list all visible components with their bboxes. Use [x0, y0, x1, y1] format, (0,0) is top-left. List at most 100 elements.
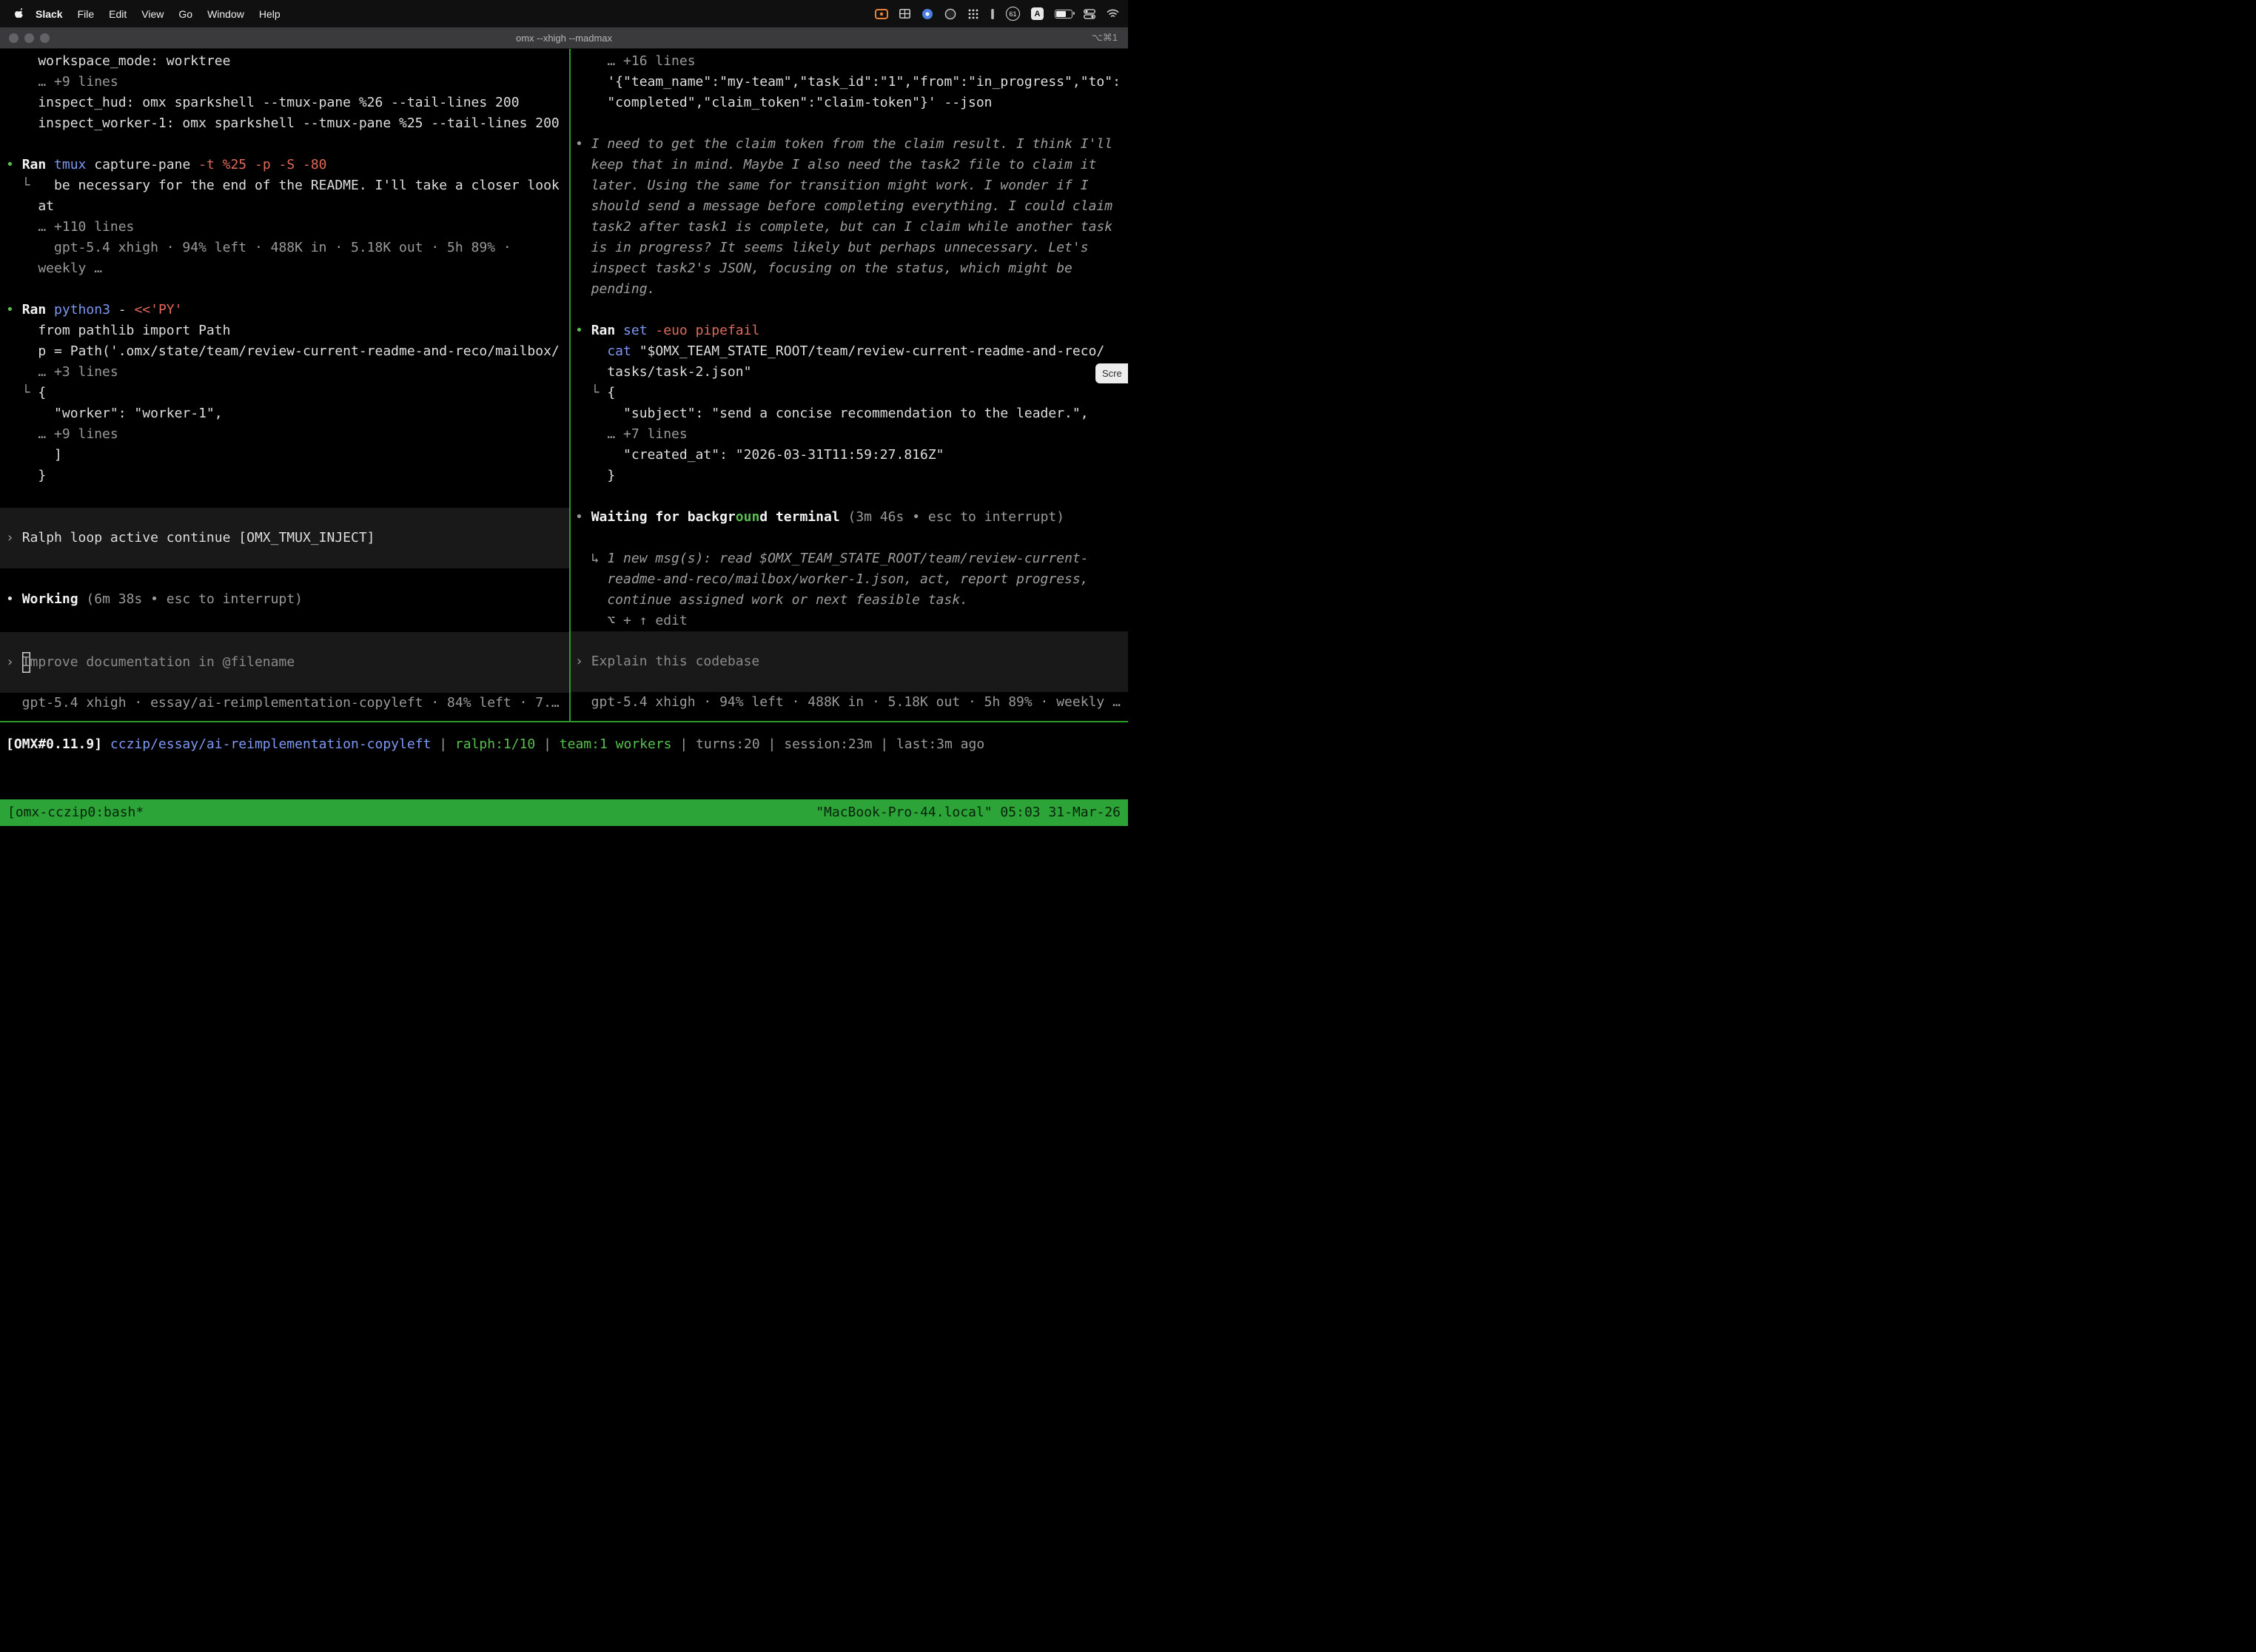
text-segment: python3 [54, 302, 118, 318]
window-shortcut-hint: ⌥⌘1 [1092, 32, 1118, 44]
terminal-line: cat "$OMX_TEAM_STATE_ROOT/team/review-cu… [571, 341, 1128, 362]
text-segment: └ [6, 178, 54, 193]
terminal-line: "created_at": "2026-03-31T11:59:27.816Z" [571, 445, 1128, 466]
edit-hint: ⌥ + ↑ edit [571, 611, 1128, 631]
apple-menu-icon[interactable] [9, 7, 28, 20]
terminal-line [0, 568, 569, 589]
terminal-line: "completed","claim_token":"claim-token"}… [571, 93, 1128, 113]
grid-app-icon[interactable] [899, 9, 910, 19]
thinking-text: • I need to get the claim token from the… [571, 134, 1128, 155]
thinking-text: should send a message before completing … [571, 196, 1128, 217]
input-source-icon[interactable]: A [1031, 7, 1044, 20]
text-segment: inspect_hud: omx sparkshell --tmux-pane … [6, 95, 520, 110]
menu-item-file[interactable]: File [70, 8, 102, 20]
thinking-text: later. Using the same for transition mig… [571, 175, 1128, 196]
text-segment: } [6, 468, 46, 483]
text-segment: Waiting for backgr [591, 509, 736, 525]
tmux-pane-bottom[interactable]: [OMX#0.11.9] cczip/essay/ai-reimplementa… [0, 722, 1128, 799]
thinking-text: is in progress? It seems likely but perh… [571, 238, 1128, 258]
text-segment: ralph:1/10 [455, 736, 535, 752]
text-segment: gpt-5.4 xhigh · essay/ai-reimplementatio… [6, 695, 560, 711]
terminal-line: p = Path('.omx/state/team/review-current… [0, 341, 569, 362]
minimize-button[interactable] [24, 33, 34, 43]
dots-grid-icon[interactable] [967, 8, 979, 20]
text-segment [102, 736, 110, 752]
dark-app-icon[interactable] [944, 8, 956, 20]
text-segment: "completed","claim_token":"claim-token"}… [575, 95, 993, 110]
text-segment: | [431, 736, 455, 752]
terminal-line: tasks/task-2.json" [571, 362, 1128, 383]
menu-item-slack[interactable]: Slack [28, 8, 70, 20]
text-segment: • [575, 136, 591, 152]
text-segment: p = Path('.omx/state/team/review-current… [6, 343, 560, 359]
text-segment: | [872, 736, 896, 752]
text-segment: team:1 workers [560, 736, 672, 752]
text-segment: session:23m [784, 736, 872, 752]
thinking-text: inspect task2's JSON, focusing on the st… [571, 258, 1128, 279]
terminal-line [0, 279, 569, 300]
terminal-line: inspect_worker-1: omx sparkshell --tmux-… [0, 113, 569, 134]
tmux-pane-right[interactable]: … +16 lines '{"team_name":"my-team","tas… [571, 49, 1128, 721]
text-segment: -t %25 -p -S -80 [198, 157, 326, 172]
close-button[interactable] [9, 33, 19, 43]
menu-item-window[interactable]: Window [200, 8, 252, 20]
blue-app-icon[interactable] [921, 8, 933, 20]
prompt-input[interactable]: › Explain this codebase [571, 631, 1128, 692]
menu-item-view[interactable]: View [134, 8, 171, 20]
menu-bar-left: SlackFileEditViewGoWindowHelp [9, 7, 288, 20]
prompt-input[interactable]: › Improve documentation in @filename [0, 632, 569, 693]
text-segment: d terminal [759, 509, 847, 525]
text-segment: • [6, 591, 22, 607]
window-titlebar: omx --xhigh --madmax ⌥⌘1 [0, 27, 1128, 49]
text-segment: Ran [22, 157, 54, 172]
menu-bar: SlackFileEditViewGoWindowHelp 61 A [0, 0, 1128, 27]
text-segment: • [575, 509, 591, 525]
text-segment: (3m 46s • esc to interrupt) [848, 509, 1065, 525]
text-segment: › [6, 652, 22, 673]
text-segment: | [672, 736, 696, 752]
terminal-line: … +16 lines [571, 51, 1128, 72]
menu-item-edit[interactable]: Edit [101, 8, 134, 20]
terminal-line: at [0, 196, 569, 217]
omx-hud-status: [OMX#0.11.9] cczip/essay/ai-reimplementa… [0, 734, 1128, 755]
menu-item-go[interactable]: Go [171, 8, 200, 20]
terminal-line: } [571, 466, 1128, 486]
terminal-line: "worker": "worker-1", [0, 403, 569, 424]
text-segment: ↳ [575, 551, 607, 566]
text-segment: | [535, 736, 560, 752]
terminal-line [0, 134, 569, 155]
text-segment: (6m 38s • esc to interrupt) [86, 591, 303, 607]
terminal-line: └ { [571, 383, 1128, 403]
terminal-line: … +3 lines [0, 362, 569, 383]
text-segment: "worker": "worker-1", [6, 406, 223, 421]
text-segment: | [760, 736, 785, 752]
terminal-line: … +9 lines [0, 72, 569, 93]
text-segment: gpt-5.4 xhigh · 94% left · 488K in · 5.1… [6, 240, 511, 255]
percentage-badge-value: 61 [1009, 10, 1016, 18]
screen-recording-icon[interactable] [875, 9, 888, 19]
window-title: omx --xhigh --madmax [0, 33, 1128, 44]
text-segment: keep that in mind. Maybe I also need the… [575, 157, 1096, 172]
terminal-line [0, 610, 569, 632]
screen-share-overlay-label: Scre [1102, 368, 1122, 379]
text-segment: … +110 lines [6, 219, 134, 235]
text-segment: later. Using the same for transition mig… [575, 178, 1089, 193]
text-segment: cat [575, 343, 639, 359]
key-icon[interactable] [990, 8, 995, 20]
battery-icon[interactable] [1055, 10, 1072, 19]
text-segment: be necessary for the end of the README. … [54, 178, 560, 193]
working-status: • Working (6m 38s • esc to interrupt) [0, 589, 569, 610]
wifi-icon[interactable] [1107, 9, 1119, 19]
control-center-icon[interactable] [1084, 9, 1095, 19]
text-segment: "subject": "send a concise recommendatio… [575, 406, 1089, 421]
menu-item-help[interactable]: Help [252, 8, 288, 20]
screen-share-overlay[interactable]: Scre [1095, 363, 1128, 383]
model-status: gpt-5.4 xhigh · essay/ai-reimplementatio… [0, 693, 569, 713]
tmux-host-time: "MacBook-Pro-44.local" 05:03 31-Mar-26 [816, 802, 1121, 823]
text-segment: } [575, 468, 615, 483]
zoom-button[interactable] [40, 33, 50, 43]
text-segment: mprove documentation in @filename [30, 652, 295, 673]
tmux-pane-left[interactable]: workspace_mode: worktree … +9 lines insp… [0, 49, 569, 721]
percentage-badge-icon[interactable]: 61 [1006, 7, 1020, 21]
text-segment: Ralph loop active continue [OMX_TMUX_INJ… [22, 528, 375, 548]
